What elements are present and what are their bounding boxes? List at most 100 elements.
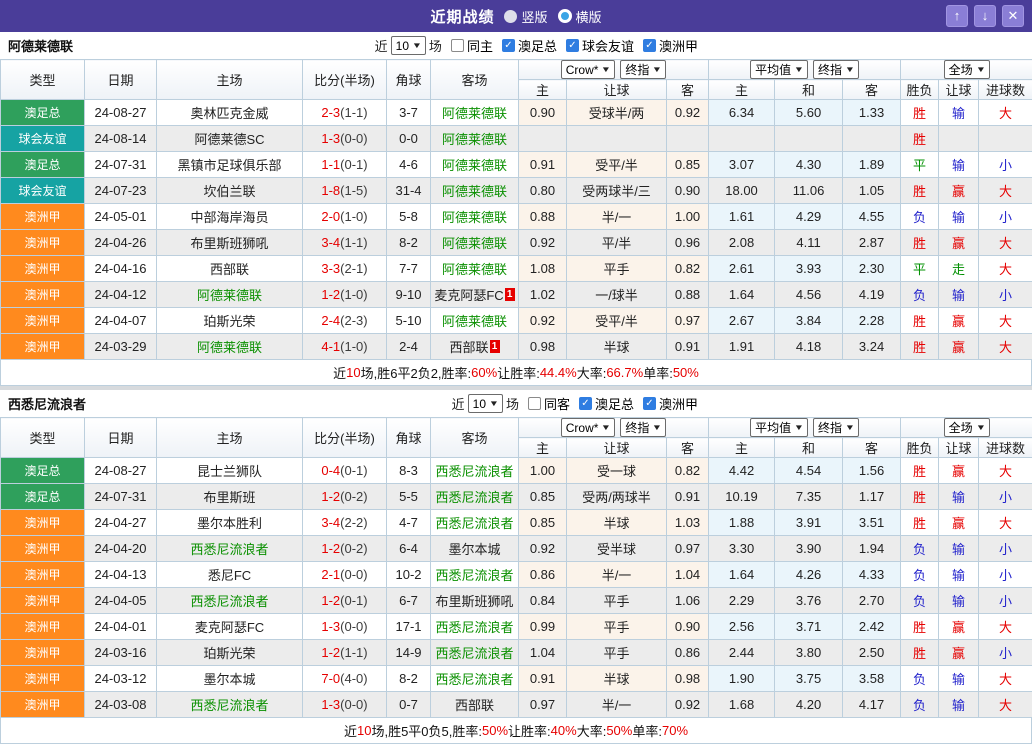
bookmaker-select[interactable]: Crow*▼ [561, 418, 616, 437]
date-cell: 24-03-29 [85, 334, 157, 360]
date-cell: 24-08-14 [85, 126, 157, 152]
avg-away-odds-cell: 3.58 [843, 666, 901, 692]
date-cell: 24-04-01 [85, 614, 157, 640]
layout-radio-horizontal[interactable]: 横版 [558, 7, 602, 26]
league-type-cell: 澳足总 [1, 484, 85, 510]
avg-home-odds-cell: 3.07 [709, 152, 775, 178]
fulltime-select[interactable]: 全场▼ [944, 418, 990, 437]
avg-draw-odds-cell: 3.76 [775, 588, 843, 614]
odds-stage-select-1[interactable]: 终指▼ [620, 60, 666, 79]
away-team-name: 墨尔本城 [448, 542, 500, 557]
corner-cell: 8-2 [387, 666, 431, 692]
date-cell: 24-07-31 [85, 484, 157, 510]
crow-home-odds-cell: 0.86 [519, 562, 567, 588]
halftime-score: (2-3) [340, 313, 367, 328]
sub-header-avg-draw: 和 [775, 438, 843, 458]
halftime-score: (0-0) [340, 567, 367, 582]
avg-draw-odds-cell: 3.71 [775, 614, 843, 640]
average-select[interactable]: 平均值▼ [750, 418, 808, 437]
odds-stage-select-2[interactable]: 终指▼ [813, 418, 859, 437]
match-row: 澳洲甲24-04-26布里斯班狮吼3-4(1-1)8-2阿德莱德联0.92平/半… [1, 230, 1032, 256]
match-row: 澳洲甲24-04-07珀斯光荣2-4(2-3)5-10阿德莱德联0.92受平/半… [1, 308, 1032, 334]
away-team-cell: 阿德莱德联 [431, 204, 519, 230]
match-row: 澳足总24-08-27奥林匹克金威2-3(1-1)3-7阿德莱德联0.90受球半… [1, 100, 1032, 126]
chevron-down-icon: ▼ [975, 423, 985, 432]
match-row: 澳洲甲24-03-16珀斯光荣1-2(1-1)14-9西悉尼流浪者1.04平手0… [1, 640, 1032, 666]
match-row: 澳洲甲24-04-05西悉尼流浪者1-2(0-1)6-7布里斯班狮吼0.84平手… [1, 588, 1032, 614]
crow-away-odds-cell: 0.98 [667, 666, 709, 692]
home-team-cell: 奥林匹克金威 [157, 100, 303, 126]
average-select-group: 平均值▼ 终指▼ [709, 60, 901, 80]
corner-cell: 9-10 [387, 282, 431, 308]
league-filter-checkbox[interactable]: ✓ [643, 39, 656, 52]
title-bar: 近期战绩 竖版 横版 ↑ ↓ ✕ [0, 0, 1032, 32]
fulltime-select[interactable]: 全场▼ [944, 60, 990, 79]
handicap-result-cell: 输 [939, 152, 979, 178]
sub-header-avg-away: 客 [843, 438, 901, 458]
goals-result-cell: 小 [979, 640, 1032, 666]
move-up-button[interactable]: ↑ [946, 5, 968, 27]
league-filter-checkbox[interactable]: ✓ [502, 39, 515, 52]
crow-away-odds-cell: 0.97 [667, 536, 709, 562]
score-cell: 7-0(4-0) [303, 666, 387, 692]
handicap-cell: 平手 [567, 588, 667, 614]
sub-header-avg-home: 主 [709, 80, 775, 100]
away-team-cell: 阿德莱德联 [431, 308, 519, 334]
average-select[interactable]: 平均值▼ [750, 60, 808, 79]
odds-stage-select-1[interactable]: 终指▼ [620, 418, 666, 437]
home-team-cell: 珀斯光荣 [157, 308, 303, 334]
goals-result-cell: 大 [979, 230, 1032, 256]
home-team-cell: 墨尔本胜利 [157, 510, 303, 536]
chevron-down-icon: ▼ [845, 65, 855, 74]
avg-away-odds-cell: 1.33 [843, 100, 901, 126]
avg-home-odds-cell: 3.30 [709, 536, 775, 562]
handicap-cell: 受两/两球半 [567, 484, 667, 510]
handicap-cell: 半球 [567, 510, 667, 536]
crow-away-odds-cell: 0.91 [667, 334, 709, 360]
average-select-group: 平均值▼ 终指▼ [709, 418, 901, 438]
score-cell: 3-4(2-2) [303, 510, 387, 536]
move-down-button[interactable]: ↓ [974, 5, 996, 27]
goals-result-cell: 小 [979, 484, 1032, 510]
league-filter-checkbox[interactable]: ✓ [643, 397, 656, 410]
away-team-name: 阿德莱德联 [442, 158, 507, 173]
avg-draw-odds-cell: 5.60 [775, 100, 843, 126]
handicap-cell: 平手 [567, 256, 667, 282]
home-team-cell: 悉尼FC [157, 562, 303, 588]
goals-result-cell: 大 [979, 256, 1032, 282]
date-cell: 24-08-27 [85, 100, 157, 126]
col-header-score: 比分(半场) [303, 60, 387, 100]
games-count-select[interactable]: 10▼ [391, 36, 426, 55]
same-venue-checkbox[interactable] [451, 39, 464, 52]
away-team-cell: 西部联1 [431, 334, 519, 360]
sub-header-goals: 进球数 [979, 438, 1032, 458]
date-cell: 24-07-23 [85, 178, 157, 204]
goals-result-cell: 大 [979, 666, 1032, 692]
layout-radio-vertical[interactable]: 竖版 [504, 7, 547, 26]
games-count-select[interactable]: 10▼ [468, 394, 503, 413]
close-button[interactable]: ✕ [1002, 5, 1024, 27]
sub-header-result: 胜负 [901, 80, 939, 100]
result-cell: 负 [901, 282, 939, 308]
sub-header-handicap: 让球 [567, 438, 667, 458]
summary-text: 胜率: [452, 721, 482, 740]
league-filter-checkbox[interactable]: ✓ [566, 39, 579, 52]
league-type-cell: 澳洲甲 [1, 204, 85, 230]
halftime-score: (1-0) [340, 209, 367, 224]
odds-stage-select-2[interactable]: 终指▼ [813, 60, 859, 79]
same-venue-checkbox[interactable] [528, 397, 541, 410]
sub-header-away-odds: 客 [667, 80, 709, 100]
league-filter-checkbox[interactable]: ✓ [579, 397, 592, 410]
corner-cell: 10-2 [387, 562, 431, 588]
summary-text: 近 [333, 363, 346, 382]
fulltime-score: 1-2 [321, 287, 340, 302]
away-team-name: 阿德莱德联 [442, 262, 507, 277]
crow-away-odds-cell: 1.00 [667, 204, 709, 230]
bookmaker-select[interactable]: Crow*▼ [561, 60, 616, 79]
result-cell: 胜 [901, 614, 939, 640]
avg-home-odds-cell: 1.88 [709, 510, 775, 536]
crow-home-odds-cell: 0.91 [519, 152, 567, 178]
fulltime-score: 0-4 [321, 463, 340, 478]
col-header-away: 客场 [431, 418, 519, 458]
red-card-badge: 1 [505, 288, 515, 301]
